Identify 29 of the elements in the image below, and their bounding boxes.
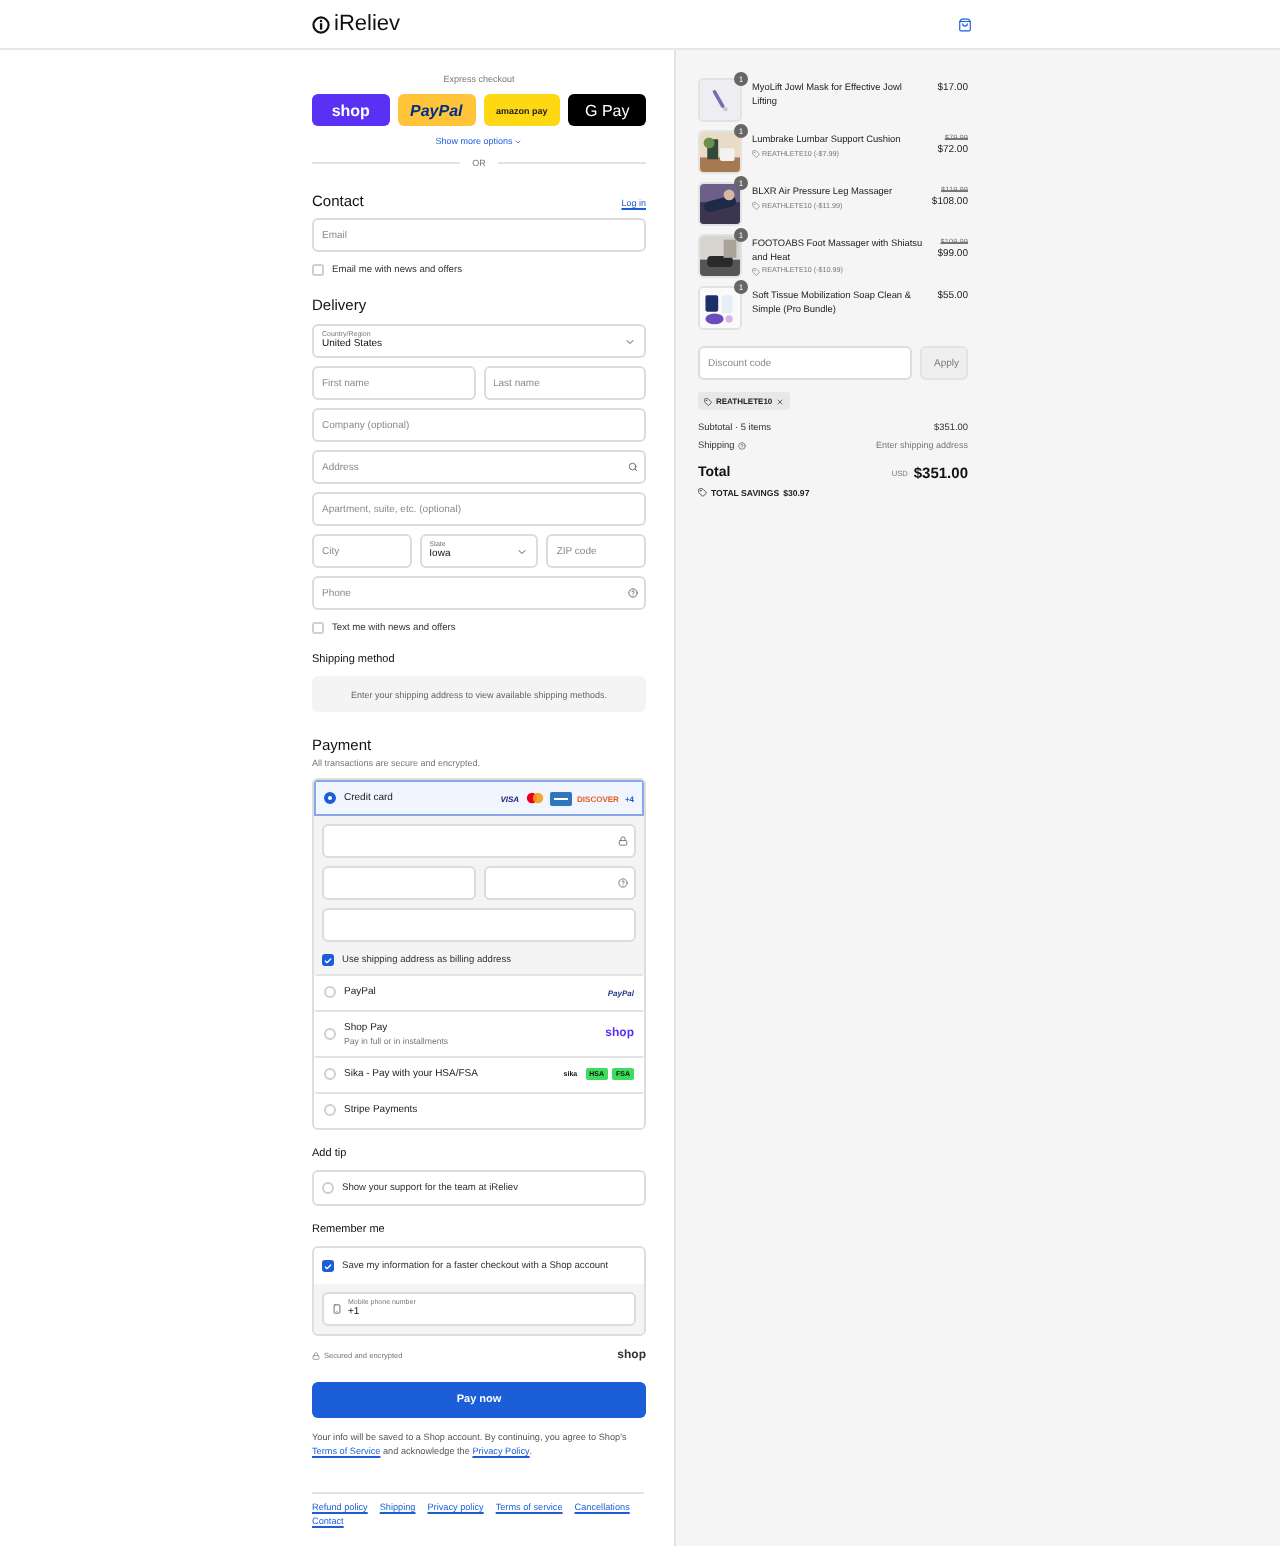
tag-icon — [752, 267, 760, 276]
logo-icon — [312, 15, 330, 33]
radio-button[interactable] — [324, 792, 336, 804]
tag-icon — [698, 488, 707, 498]
search-icon — [628, 462, 638, 472]
help-icon — [738, 441, 747, 449]
help-icon — [618, 878, 628, 888]
express-pay-button[interactable]: shop — [312, 94, 390, 126]
shopping-bag-icon[interactable] — [958, 17, 972, 31]
phone-icon — [332, 1304, 342, 1314]
chevron-down-icon — [516, 545, 529, 557]
input-field[interactable] — [322, 824, 636, 858]
lock-icon — [312, 1352, 320, 1360]
help-icon — [628, 588, 638, 598]
input-field[interactable] — [483, 866, 636, 900]
card-logo-icon — [525, 792, 544, 804]
checkbox[interactable] — [322, 954, 334, 966]
logo-text: iReliev — [334, 12, 401, 36]
lock-icon — [618, 836, 628, 846]
chevron-down-icon — [624, 335, 636, 347]
checkbox[interactable] — [322, 1260, 334, 1272]
tag-icon — [752, 202, 760, 211]
input-field[interactable] — [322, 908, 636, 942]
tag-icon — [752, 150, 760, 159]
input-field[interactable] — [322, 866, 475, 900]
card-logo-icon — [549, 791, 572, 805]
express-pay-button[interactable]: G Pay — [568, 94, 646, 126]
express-pay-button[interactable]: PayPal — [397, 94, 475, 126]
tag-icon — [704, 397, 712, 405]
